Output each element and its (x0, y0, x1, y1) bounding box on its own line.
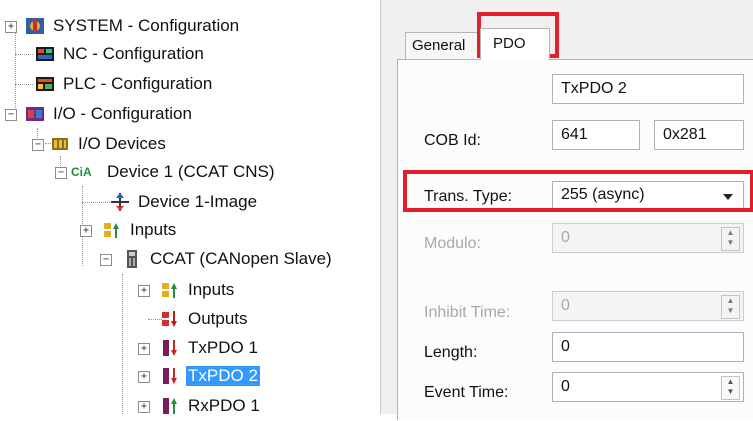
length-field[interactable]: 0 (552, 332, 744, 362)
expand-toggle[interactable]: + (5, 21, 17, 33)
collapse-toggle[interactable]: − (32, 139, 44, 151)
pdo-name-field[interactable]: TxPDO 2 (552, 74, 744, 104)
io-config-icon (25, 104, 45, 124)
length-label: Length: (424, 344, 478, 361)
plc-config-icon (35, 74, 55, 94)
image-icon (110, 192, 130, 212)
inhibit-time-label: Inhibit Time: (424, 304, 511, 321)
collapse-toggle[interactable]: − (100, 254, 112, 266)
event-time-label: Event Time: (424, 384, 509, 401)
io-devices-icon (50, 134, 70, 154)
cob-id-decimal-field[interactable]: 641 (552, 120, 640, 150)
modulo-label: Modulo: (424, 235, 481, 252)
slave-device-icon (122, 249, 142, 269)
tree-item-plc[interactable]: PLC - Configuration (10, 70, 214, 98)
tree-item-label: TxPDO 1 (188, 338, 258, 357)
expand-toggle[interactable]: + (138, 371, 150, 383)
tree-item-inputs[interactable]: + Inputs (80, 216, 178, 244)
chevron-down-icon (723, 194, 733, 200)
trans-type-dropdown[interactable]: 255 (async) (552, 181, 744, 209)
inhibit-time-value: 0 (561, 297, 570, 314)
rxpdo-icon (160, 396, 180, 416)
tree-item-label: CCAT (CANopen Slave) (150, 249, 332, 268)
tab-general[interactable]: General (405, 32, 489, 59)
modulo-spin-field: 0 ▲ ▼ (552, 223, 744, 253)
spin-arrows-icon[interactable]: ▲ ▼ (721, 376, 740, 400)
tree-item-device1-image[interactable]: Device 1-Image (110, 188, 259, 216)
cia-icon: CiA (71, 165, 92, 179)
modulo-value: 0 (561, 229, 570, 246)
expand-toggle[interactable]: + (80, 225, 92, 237)
tree-item-io[interactable]: − I/O - Configuration (5, 100, 194, 128)
config-tree[interactable]: + SYSTEM - Configuration NC - Configurat… (0, 0, 380, 415)
tree-item-label: Device 1-Image (138, 192, 258, 211)
system-config-icon (25, 16, 45, 36)
collapse-toggle[interactable]: − (55, 167, 67, 179)
tree-item-ccat-outputs[interactable]: Outputs (160, 305, 250, 333)
inputs-icon (102, 220, 122, 240)
tree-item-io-devices[interactable]: − I/O Devices (32, 130, 168, 158)
cob-id-hex-field[interactable]: 0x281 (654, 120, 744, 150)
tree-item-device1[interactable]: − CiA Device 1 (CCAT CNS) (55, 158, 277, 186)
inhibit-time-spin-field: 0 ▲ ▼ (552, 291, 744, 321)
tree-item-system[interactable]: + SYSTEM - Configuration (5, 12, 241, 40)
tree-item-label: RxPDO 1 (188, 396, 260, 415)
expand-toggle[interactable]: + (138, 285, 150, 297)
tree-item-label: I/O Devices (78, 134, 166, 153)
expand-toggle[interactable]: + (138, 401, 150, 413)
collapse-toggle[interactable]: − (5, 109, 17, 121)
event-time-spin-field[interactable]: 0 ▲ ▼ (552, 372, 744, 402)
txpdo-icon (160, 338, 180, 358)
tab-pdo[interactable]: PDO (480, 28, 550, 60)
event-time-value: 0 (561, 378, 570, 395)
inputs-icon (160, 280, 180, 300)
tree-item-label: Device 1 (CCAT CNS) (107, 162, 275, 181)
txpdo-icon (160, 366, 180, 386)
outputs-icon (160, 309, 180, 329)
tree-item-label: Inputs (130, 220, 177, 239)
trans-type-label: Trans. Type: (424, 188, 513, 205)
tree-item-label: PLC - Configuration (63, 74, 213, 93)
tree-item-label: Outputs (188, 309, 248, 328)
tree-item-nc[interactable]: NC - Configuration (10, 40, 206, 68)
expand-toggle[interactable]: + (138, 343, 150, 355)
trans-type-value: 255 (async) (561, 186, 645, 203)
tree-item-label: SYSTEM - Configuration (53, 16, 240, 35)
spin-arrows-icon: ▲ ▼ (721, 227, 740, 251)
tree-item-label: I/O - Configuration (53, 104, 192, 123)
cob-id-label: COB Id: (424, 132, 481, 149)
tree-item-label: Inputs (188, 280, 235, 299)
nc-config-icon (35, 44, 55, 64)
tree-item-txpdo2[interactable]: + TxPDO 2 (138, 362, 260, 390)
tree-item-label: NC - Configuration (63, 44, 204, 63)
pdo-tab-content: TxPDO 2 COB Id: 641 0x281 Trans. Type: 2… (397, 59, 753, 420)
tree-item-txpdo1[interactable]: + TxPDO 1 (138, 334, 260, 362)
tree-item-ccat-inputs[interactable]: + Inputs (138, 276, 236, 304)
spin-arrows-icon: ▲ ▼ (721, 295, 740, 319)
tree-item-ccat[interactable]: − CCAT (CANopen Slave) (100, 245, 334, 273)
properties-panel: General PDO TxPDO 2 COB Id: 641 0x281 Tr… (380, 0, 753, 420)
tree-item-rxpdo1[interactable]: + RxPDO 1 (138, 392, 262, 420)
tree-item-label-selected: TxPDO 2 (186, 366, 260, 386)
